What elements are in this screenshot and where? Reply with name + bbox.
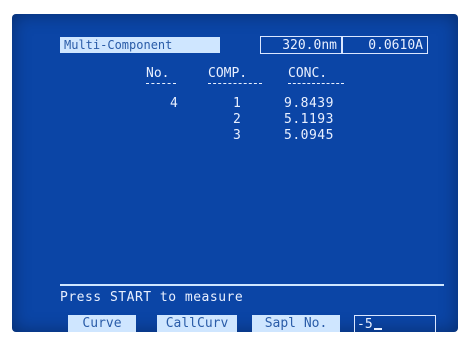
sample-number: 4 [170,96,179,111]
header-conc: CONC. [288,66,344,84]
header-no: No. [146,66,176,84]
softkey-callcurv[interactable]: CallCurv [157,315,237,332]
input-value: 5 [364,317,373,332]
wavelength-readout: 320.0nm [260,36,342,54]
status-prompt: Press START to measure [60,290,244,305]
absorbance-readout: 0.0610A [342,36,428,54]
header-comp: COMP. [208,66,262,84]
softkey-curve[interactable]: Curve [68,315,136,332]
conc-value: 5.1193 [284,112,334,127]
sample-number-input[interactable]: -5 [354,315,436,332]
input-prefix: - [357,317,365,332]
text-cursor [373,316,382,330]
conc-value: 9.8439 [284,96,334,111]
softkey-sapl-no[interactable]: Sapl No. [252,315,340,332]
divider-line [60,284,444,286]
comp-value: 2 [233,112,242,127]
lcd-screen: Multi-Component 320.0nm 0.0610A No. COMP… [12,14,458,332]
instrument-bezel: Multi-Component 320.0nm 0.0610A No. COMP… [0,0,471,346]
comp-value: 3 [233,128,242,143]
mode-label: Multi-Component [60,37,220,53]
comp-value: 1 [233,96,242,111]
conc-value: 5.0945 [284,128,334,143]
